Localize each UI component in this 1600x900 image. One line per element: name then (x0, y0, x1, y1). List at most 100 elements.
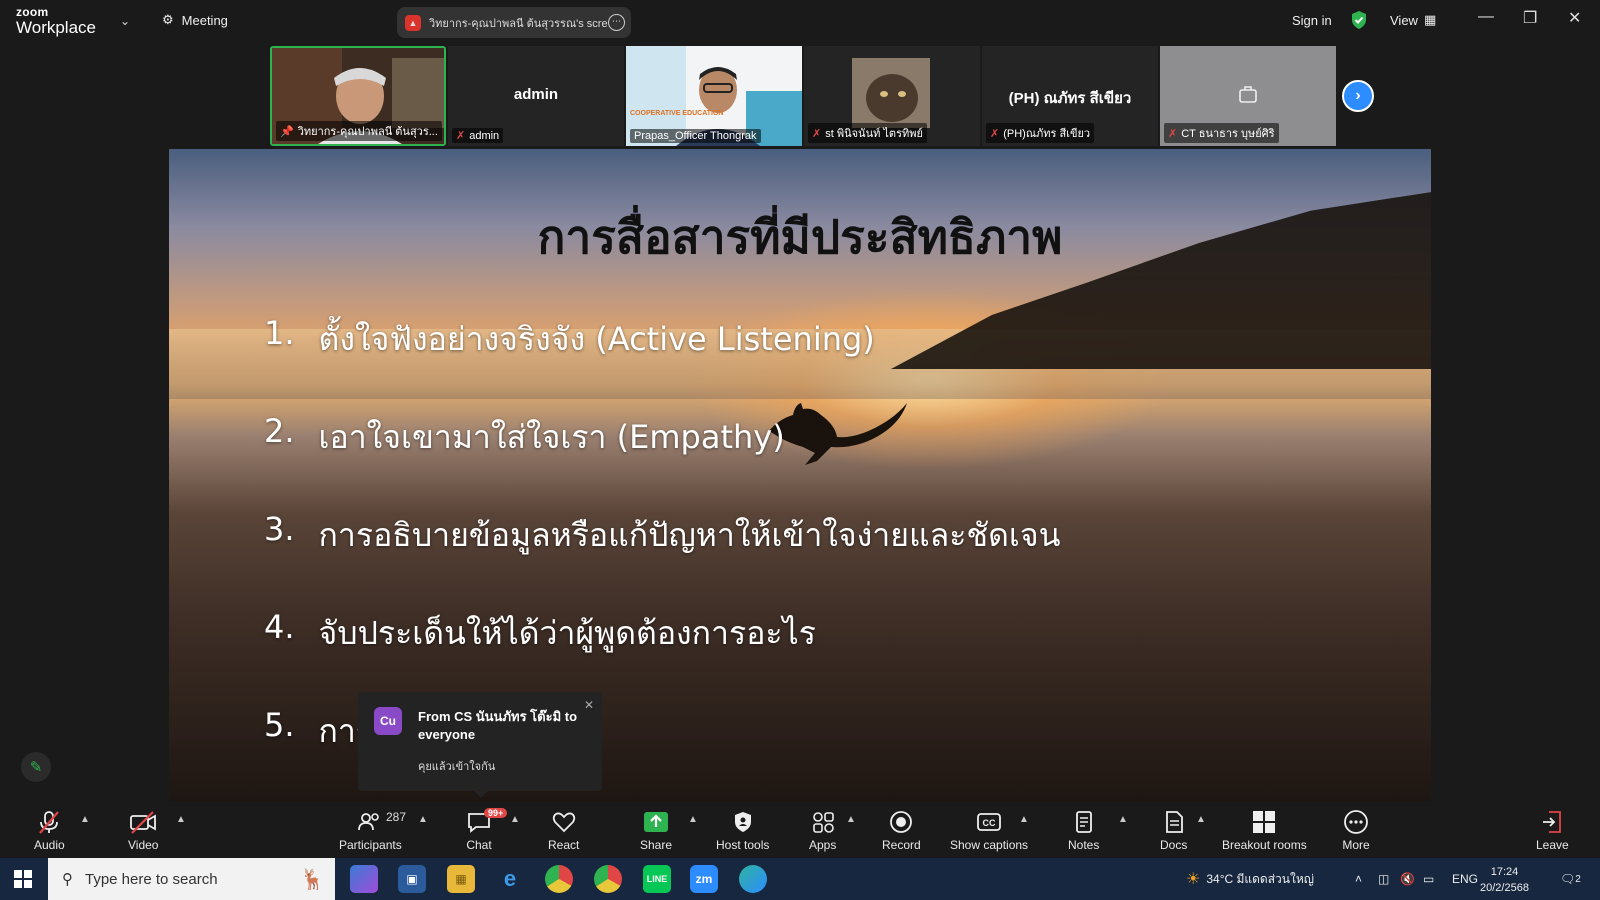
meeting-menu[interactable]: ⚙ Meeting (162, 12, 228, 28)
pin-icon: 📌 (280, 125, 294, 138)
chevron-up-icon[interactable]: ▲ (510, 814, 520, 825)
docs-icon (1161, 808, 1187, 836)
item-number: 4. (264, 608, 295, 646)
notifications-icon[interactable]: 🗨 2 (1560, 858, 1581, 900)
internet-explorer-icon[interactable]: e (496, 865, 524, 893)
chat-notification[interactable]: Cu From CS นันนภัทร โต๊ะมิ to everyone ค… (358, 692, 602, 798)
docs-button[interactable]: Docs (1160, 808, 1187, 852)
annotate-pencil-button[interactable]: ✎ (21, 752, 51, 782)
participant-tile[interactable]: ✗ st พินิจนันท์ ไตรทิพย์ (804, 46, 980, 146)
system-clock[interactable]: 17:24 20/2/2568 (1480, 864, 1529, 896)
notes-icon (1071, 808, 1097, 836)
weather-sun-icon: ☀ (1186, 871, 1201, 888)
participant-tile[interactable]: (PH) ณภัทร สีเขียว ✗ (PH)ณภัทร สีเขียว (982, 46, 1158, 146)
participant-name: Prapas_Officer Thongrak (634, 130, 757, 142)
people-icon: ⚙ (162, 12, 174, 27)
close-icon[interactable]: ✕ (1568, 8, 1581, 28)
taskbar-search-box[interactable]: ⚲ Type here to search 🦌 (48, 858, 335, 900)
participant-tile[interactable]: admin ✗ admin (448, 46, 624, 146)
video-background-text: COOPERATIVE EDUCATION (630, 110, 724, 117)
participants-count: 287 (386, 810, 407, 824)
chevron-up-icon[interactable]: ▲ (1019, 814, 1029, 825)
notes-button[interactable]: Notes (1068, 808, 1099, 852)
captions-icon: CC (975, 808, 1003, 836)
chevron-up-icon[interactable]: ▲ (80, 814, 90, 825)
meeting-label: Meeting (181, 12, 228, 28)
chevron-up-icon[interactable]: ▲ (688, 814, 698, 825)
participant-display-name: (PH) ณภัทร สีเขียว (1008, 90, 1132, 107)
title-bar: zoom Workplace ⌄ ⚙ Meeting ▲ วิทยากร-คุณ… (0, 0, 1600, 44)
chevron-up-icon[interactable]: ˄ (1355, 858, 1362, 900)
chevron-up-icon[interactable]: ▲ (1196, 814, 1206, 825)
input-language[interactable]: ENG (1452, 858, 1478, 900)
item-number: 3. (264, 510, 295, 548)
participant-display-name: admin (513, 86, 559, 103)
audio-button[interactable]: Audio (34, 808, 65, 852)
next-page-button[interactable]: › (1342, 80, 1374, 112)
more-button[interactable]: More (1342, 808, 1370, 852)
apps-button[interactable]: Apps (809, 808, 836, 852)
video-button[interactable]: Video (128, 808, 158, 852)
notification-count: 2 (1575, 873, 1581, 885)
host-tools-button[interactable]: Host tools (716, 808, 769, 852)
network-icon[interactable]: ◫ (1378, 858, 1389, 900)
view-menu[interactable]: View ▦ (1390, 12, 1436, 28)
mic-muted-icon: ✗ (456, 130, 466, 142)
grid-view-icon: ▦ (1423, 12, 1437, 27)
item-number: 5. (264, 706, 295, 744)
screen-share-indicator[interactable]: ▲ วิทยากร-คุณปาพลนี ต้นสุวรรณ's scre ⋯ (397, 7, 631, 38)
leave-button[interactable]: Leave (1536, 808, 1569, 852)
zoom-workplace-logo[interactable]: zoom Workplace (16, 6, 96, 36)
volume-muted-icon[interactable]: 🔇 (1400, 858, 1415, 900)
share-button[interactable]: Share (640, 808, 672, 852)
chevron-up-icon[interactable]: ▲ (418, 814, 428, 825)
edge-icon[interactable] (739, 865, 767, 893)
record-icon (888, 808, 914, 836)
show-captions-button[interactable]: CC Show captions (950, 808, 1028, 852)
leave-label: Leave (1536, 838, 1569, 852)
windows-start-icon[interactable] (14, 870, 32, 888)
chevron-up-icon[interactable]: ▲ (1118, 814, 1128, 825)
mic-muted-icon: ✗ (990, 127, 1000, 140)
search-placeholder: Type here to search (85, 870, 218, 888)
zoom-app-icon[interactable]: zm (690, 865, 718, 893)
avatar: Cu (374, 707, 402, 735)
participants-icon (356, 808, 384, 836)
apps-icon (810, 808, 836, 836)
react-button[interactable]: React (548, 808, 579, 852)
participant-name: CT ธนาธาร บุษย์ศิริ (1181, 128, 1275, 140)
participant-name-tag: 📌 วิทยากร-คุณปาพลนี ต้นสุวร... (276, 121, 442, 141)
record-button[interactable]: Record (882, 808, 921, 852)
copilot-icon[interactable] (350, 865, 378, 893)
participant-tile[interactable]: ✗ CT ธนาธาร บุษย์ศิริ (1160, 46, 1336, 146)
weather-text: 34°C มีแดดส่วนใหญ่ (1206, 871, 1314, 886)
screen-share-icon: ▲ (405, 14, 421, 31)
chrome-icon[interactable] (545, 865, 573, 893)
docs-label: Docs (1160, 838, 1188, 852)
notes-label: Notes (1068, 838, 1100, 852)
chevron-up-icon[interactable]: ▲ (846, 814, 856, 825)
meeting-toolbar: Audio ▲ Video ▲ Participants 287 ▲ Chat … (0, 802, 1600, 858)
chevron-down-icon[interactable]: ⌄ (120, 14, 130, 28)
file-explorer-icon[interactable]: ▦ (447, 865, 475, 893)
line-app-icon[interactable]: LINE (643, 865, 671, 893)
chevron-up-icon[interactable]: ▲ (176, 814, 186, 825)
more-options-icon[interactable]: ⋯ (608, 14, 625, 31)
display-icon[interactable]: ▭ (1423, 858, 1434, 900)
chrome-profile-icon[interactable] (594, 865, 622, 893)
restore-icon[interactable]: ❐ (1523, 8, 1537, 28)
close-icon[interactable]: ✕ (584, 698, 594, 712)
item-text: จับประเด็นให้ได้ว่าผู้พูดต้องการอะไร (318, 614, 816, 652)
video-label: Video (128, 838, 159, 852)
participant-name: st พินิจนันท์ ไตรทิพย์ (825, 128, 923, 140)
minimize-icon[interactable]: — (1478, 8, 1494, 26)
participant-tile[interactable]: COOPERATIVE EDUCATION Prapas_Officer Tho… (626, 46, 802, 146)
breakout-rooms-button[interactable]: Breakout rooms (1222, 808, 1307, 852)
security-shield-icon[interactable] (1350, 10, 1368, 30)
video-off-placeholder-icon (1239, 86, 1257, 103)
task-view-icon[interactable]: ▣ (398, 865, 426, 893)
participant-tile[interactable]: 📌 วิทยากร-คุณปาพลนี ต้นสุวร... (270, 46, 446, 146)
sign-in-link[interactable]: Sign in (1292, 13, 1332, 28)
clock-date: 20/2/2568 (1480, 882, 1529, 894)
weather-widget[interactable]: ☀ 34°C มีแดดส่วนใหญ่ (1186, 858, 1314, 900)
